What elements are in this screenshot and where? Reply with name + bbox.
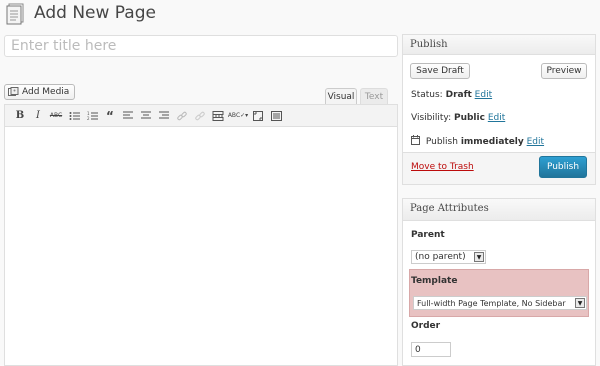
publish-actions: Move to Trash Publish	[403, 152, 595, 184]
parent-label: Parent	[411, 230, 445, 240]
tab-text[interactable]: Text	[360, 88, 388, 105]
insert-link-icon[interactable]	[173, 107, 191, 125]
template-select-value: Full-width Page Template, No Sidebar	[417, 298, 566, 308]
editor-toolbar: B I ABC 12 “ ABC✓▾	[5, 105, 397, 127]
insert-more-icon[interactable]	[209, 107, 227, 125]
tab-visual[interactable]: Visual	[325, 88, 357, 105]
add-media-label: Add Media	[22, 87, 70, 97]
kitchen-sink-icon[interactable]	[267, 107, 285, 125]
align-left-icon[interactable]	[119, 107, 137, 125]
edit-schedule-link[interactable]: Edit	[527, 137, 544, 147]
visibility-value: Public	[453, 113, 485, 123]
blockquote-icon[interactable]: “	[101, 107, 119, 125]
template-label: Template	[411, 276, 458, 286]
order-label: Order	[411, 321, 441, 331]
numbered-list-icon[interactable]: 12	[83, 107, 101, 125]
schedule-row: Publish immediately Edit	[411, 135, 544, 147]
move-to-trash-link[interactable]: Move to Trash	[411, 162, 474, 172]
content-editor[interactable]: B I ABC 12 “ ABC✓▾	[4, 104, 398, 366]
status-row: Status: Draft Edit	[411, 90, 492, 100]
page-title: Add New Page	[34, 3, 156, 23]
svg-text:2: 2	[87, 116, 90, 121]
bulleted-list-icon[interactable]	[65, 107, 83, 125]
title-input[interactable]	[4, 35, 398, 57]
publish-button[interactable]: Publish	[539, 156, 587, 178]
align-center-icon[interactable]	[137, 107, 155, 125]
page-icon	[4, 2, 26, 26]
media-icon	[8, 87, 19, 97]
chevron-down-icon: ▼	[474, 252, 484, 262]
edit-status-link[interactable]: Edit	[475, 90, 492, 100]
visibility-label: Visibility:	[411, 113, 452, 123]
publish-when: immediately	[460, 137, 524, 147]
edit-visibility-link[interactable]: Edit	[488, 113, 505, 123]
page-attributes-title: Page Attributes	[403, 199, 595, 221]
publish-label: Publish	[425, 137, 458, 147]
add-media-button[interactable]: Add Media	[4, 84, 75, 100]
calendar-icon	[411, 135, 420, 145]
status-label: Status:	[411, 90, 443, 100]
spellcheck-icon[interactable]: ABC✓▾	[227, 107, 249, 125]
publish-box: Publish Save Draft Preview Status: Draft…	[402, 34, 596, 185]
publish-box-title: Publish	[403, 35, 595, 55]
strikethrough-icon[interactable]: ABC	[47, 107, 65, 125]
remove-link-icon[interactable]	[191, 107, 209, 125]
save-draft-button[interactable]: Save Draft	[410, 63, 470, 79]
bold-icon[interactable]: B	[11, 107, 29, 125]
parent-select[interactable]: (no parent) ▼	[411, 250, 486, 264]
fullscreen-icon[interactable]	[249, 107, 267, 125]
chevron-down-icon: ▼	[575, 298, 585, 308]
preview-button[interactable]: Preview	[541, 63, 587, 79]
parent-select-value: (no parent)	[415, 252, 466, 262]
page-attributes-box: Page Attributes Parent (no parent) ▼ Tem…	[402, 198, 596, 366]
status-value: Draft	[445, 90, 472, 100]
align-right-icon[interactable]	[155, 107, 173, 125]
template-select[interactable]: Full-width Page Template, No Sidebar ▼	[413, 296, 587, 310]
italic-icon[interactable]: I	[29, 107, 47, 125]
order-input[interactable]: 0	[411, 342, 451, 357]
visibility-row: Visibility: Public Edit	[411, 113, 505, 123]
